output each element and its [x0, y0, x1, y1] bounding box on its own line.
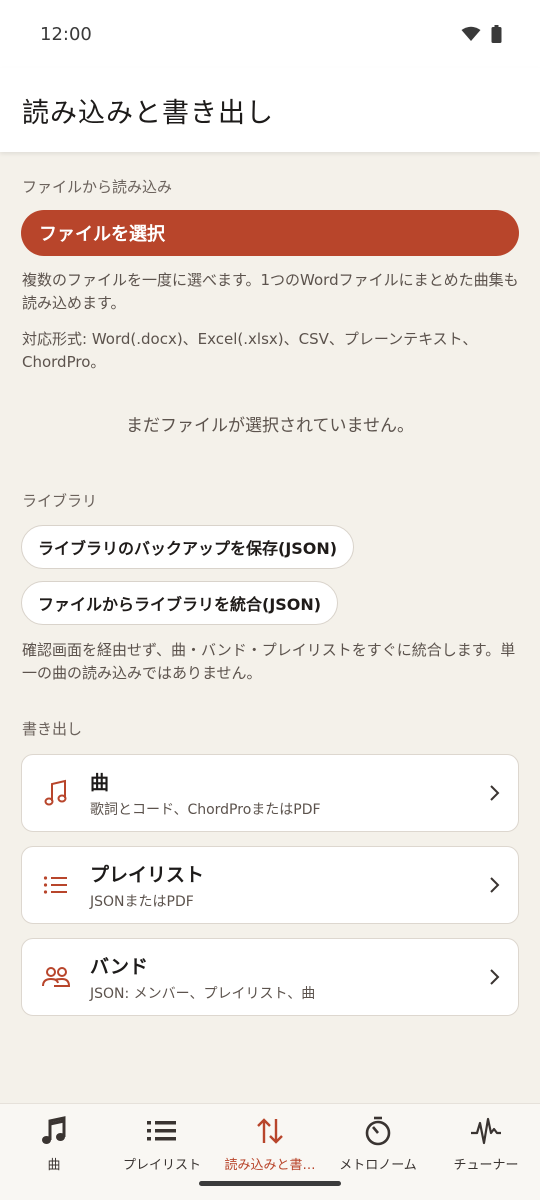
battery-icon [491, 25, 502, 43]
nav-label-metronome: メトロノーム [339, 1158, 417, 1173]
list-icon [22, 875, 90, 895]
people-icon [22, 966, 90, 988]
library-section-label: ライブラリ [22, 492, 98, 510]
merge-library-button[interactable]: ファイルからライブラリを統合(JSON) [21, 581, 339, 625]
nav-item-metronome[interactable]: メトロノーム [324, 1104, 432, 1184]
select-file-button[interactable]: ファイルを選択 [21, 210, 519, 256]
export-playlists-card[interactable]: プレイリスト JSONまたはPDF [21, 846, 519, 924]
page-title: 読み込みと書き出し [22, 97, 274, 129]
nav-item-playlists[interactable]: プレイリスト [108, 1104, 216, 1184]
export-section-label: 書き出し [22, 720, 83, 738]
import-export-icon [255, 1114, 285, 1148]
app-bar: 読み込みと書き出し [0, 68, 540, 152]
chevron-right-icon [472, 876, 518, 894]
export-playlists-title: プレイリスト [90, 863, 205, 886]
home-indicator[interactable] [199, 1181, 341, 1186]
nav-label-tuner: チューナー [453, 1158, 519, 1173]
status-bar: 12:00 [0, 0, 540, 68]
save-library-backup-button[interactable]: ライブラリのバックアップを保存(JSON) [21, 525, 355, 569]
import-help-text: 複数のファイルを一度に選べます。1つのWordファイルにまとめた曲集も読み込めま… [22, 271, 519, 312]
timer-icon [364, 1114, 392, 1148]
nav-item-songs[interactable]: 曲 [0, 1104, 108, 1184]
status-time: 12:00 [40, 23, 92, 45]
music-note-icon [22, 779, 90, 807]
export-bands-title: バンド [90, 955, 148, 978]
import-section-label: ファイルから読み込み [22, 178, 173, 196]
waveform-icon [470, 1114, 502, 1148]
export-playlists-subtitle: JSONまたはPDF [90, 893, 194, 910]
nav-item-tuner[interactable]: チューナー [432, 1104, 540, 1184]
export-bands-card[interactable]: バンド JSON: メンバー、プレイリスト、曲 [21, 938, 519, 1016]
no-file-selected-text: まだファイルが選択されていません。 [126, 416, 414, 436]
chevron-right-icon [472, 968, 518, 986]
export-songs-title: 曲 [90, 771, 110, 794]
music-note-icon [41, 1114, 67, 1148]
export-songs-card[interactable]: 曲 歌詞とコード、ChordProまたはPDF [21, 754, 519, 832]
main-content[interactable]: ファイルから読み込み ファイルを選択 複数のファイルを一度に選べます。1つのWo… [0, 152, 540, 1102]
nav-label-songs: 曲 [47, 1158, 61, 1173]
nav-item-import-export[interactable]: 読み込みと書… [216, 1104, 324, 1184]
chevron-right-icon [472, 784, 518, 802]
wifi-icon [461, 26, 481, 41]
supported-formats-text: 対応形式: Word(.docx)、Excel(.xlsx)、CSV、プレーンテ… [22, 330, 478, 371]
status-icons [461, 25, 502, 43]
export-bands-subtitle: JSON: メンバー、プレイリスト、曲 [90, 985, 316, 1002]
list-icon [147, 1114, 177, 1148]
export-songs-subtitle: 歌詞とコード、ChordProまたはPDF [90, 801, 321, 818]
nav-label-import-export: 読み込みと書… [224, 1158, 316, 1173]
library-help-text: 確認画面を経由せず、曲・バンド・プレイリストをすぐに統合します。単一の曲の読み込… [22, 641, 516, 682]
nav-label-playlists: プレイリスト [122, 1158, 201, 1173]
